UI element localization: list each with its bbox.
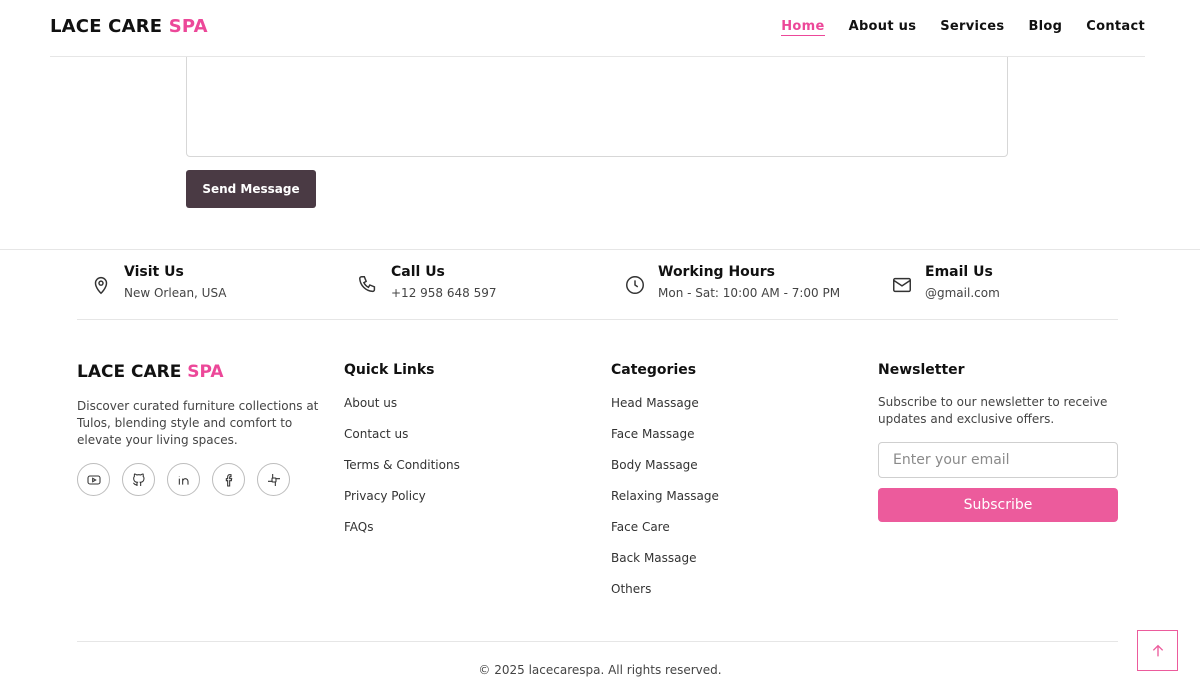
quick-link-item[interactable]: Terms & Conditions — [344, 458, 460, 474]
youtube-icon — [86, 474, 101, 485]
category-link[interactable]: Relaxing Massage — [611, 489, 719, 505]
main-nav: Home About us Services Blog Contact — [781, 19, 1145, 36]
mail-icon — [893, 277, 911, 293]
brand-logo[interactable]: LACE CARE SPA — [50, 16, 208, 37]
footer-logo[interactable]: LACE CARE SPA — [77, 362, 322, 382]
newsletter-email-input[interactable] — [878, 442, 1118, 478]
footer-logo-accent: SPA — [187, 362, 224, 382]
quick-link-item[interactable]: Privacy Policy — [344, 489, 460, 505]
copyright-divider — [77, 641, 1118, 642]
quick-links-title: Quick Links — [344, 362, 435, 378]
social-slack[interactable] — [257, 463, 290, 496]
social-linkedin[interactable] — [167, 463, 200, 496]
quick-link-item[interactable]: FAQs — [344, 520, 460, 536]
site-header: LACE CARE SPA Home About us Services Blo… — [0, 0, 1200, 57]
info-title: Visit Us — [124, 264, 184, 280]
newsletter-title: Newsletter — [878, 362, 965, 378]
copyright-text: © 2025 lacecarespa. All rights reserved. — [478, 663, 722, 677]
footer-description: Discover curated furniture collections a… — [77, 399, 319, 447]
info-call: Call Us +12 958 648 597 — [357, 264, 496, 300]
nav-home[interactable]: Home — [781, 19, 825, 36]
linkedin-icon — [178, 475, 189, 485]
quick-links-list: About us Contact us Terms & Conditions P… — [344, 396, 460, 536]
info-value: +12 958 648 597 — [391, 286, 497, 300]
location-pin-icon — [94, 277, 108, 295]
send-message-button[interactable]: Send Message — [186, 170, 316, 208]
info-bottom-divider — [77, 319, 1118, 320]
github-icon — [132, 473, 145, 486]
footer-brand-column: LACE CARE SPA Discover curated furniture… — [77, 362, 322, 496]
info-value: Mon - Sat: 10:00 AM - 7:00 PM — [658, 286, 841, 300]
info-value: @gmail.com — [925, 286, 1000, 300]
categories-title: Categories — [611, 362, 697, 378]
category-link[interactable]: Back Massage — [611, 551, 719, 567]
info-email: Email Us @gmail.com — [891, 264, 1000, 300]
category-link[interactable]: Face Massage — [611, 427, 719, 443]
category-link[interactable]: Face Care — [611, 520, 719, 536]
brand-logo-main: LACE CARE — [50, 16, 163, 37]
category-link[interactable]: Others — [611, 582, 719, 598]
back-to-top-button[interactable] — [1137, 630, 1178, 671]
nav-services[interactable]: Services — [940, 19, 1004, 36]
nav-contact[interactable]: Contact — [1086, 19, 1145, 36]
arrow-up-icon — [1152, 644, 1163, 656]
footer-logo-main: LACE CARE — [77, 362, 182, 382]
categories-list: Head Massage Face Massage Body Massage R… — [611, 396, 719, 598]
social-facebook[interactable] — [212, 463, 245, 496]
category-link[interactable]: Body Massage — [611, 458, 719, 474]
brand-logo-accent: SPA — [168, 16, 208, 37]
info-title: Working Hours — [658, 264, 775, 280]
slack-icon — [267, 473, 280, 486]
footer-newsletter-column: Newsletter Subscribe to our newsletter t… — [878, 362, 1118, 522]
footer-quick-links-column: Quick Links About us Contact us Terms & … — [344, 362, 460, 551]
info-title: Call Us — [391, 264, 445, 280]
social-links — [77, 463, 322, 496]
nav-blog[interactable]: Blog — [1028, 19, 1062, 36]
message-textarea[interactable] — [186, 40, 1008, 157]
social-github[interactable] — [122, 463, 155, 496]
quick-link-item[interactable]: Contact us — [344, 427, 460, 443]
social-youtube[interactable] — [77, 463, 110, 496]
quick-link-item[interactable]: About us — [344, 396, 460, 412]
newsletter-text: Subscribe to our newsletter to receive u… — [878, 395, 1108, 426]
info-top-divider — [0, 249, 1200, 250]
info-hours: Working Hours Mon - Sat: 10:00 AM - 7:00… — [624, 264, 840, 300]
category-link[interactable]: Head Massage — [611, 396, 719, 412]
nav-about[interactable]: About us — [849, 19, 917, 36]
phone-icon — [359, 276, 376, 293]
footer-categories-column: Categories Head Massage Face Massage Bod… — [611, 362, 719, 613]
clock-icon — [626, 276, 644, 294]
info-visit: Visit Us New Orlean, USA — [90, 264, 227, 300]
subscribe-button[interactable]: Subscribe — [878, 488, 1118, 522]
info-title: Email Us — [925, 264, 993, 280]
header-divider — [50, 56, 1145, 57]
facebook-icon — [225, 473, 232, 487]
info-value: New Orlean, USA — [124, 286, 227, 300]
